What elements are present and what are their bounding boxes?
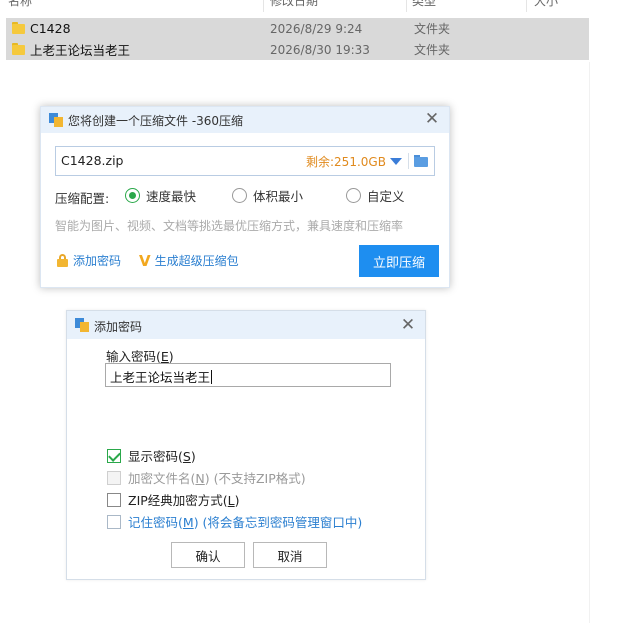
checkbox[interactable]: [107, 492, 121, 507]
file-row[interactable]: C1428 2026/8/29 9:24 文件夹: [6, 18, 589, 39]
file-type: 文件夹: [414, 43, 451, 57]
option-label: 体积最小: [253, 188, 304, 204]
add-password-label: 添加密码: [73, 254, 122, 268]
option-fastest[interactable]: 速度最快: [125, 186, 196, 204]
compress-now-button[interactable]: 立即压缩: [359, 245, 439, 277]
option-label: 自定义: [367, 188, 405, 204]
360-zip-app-icon: [75, 318, 89, 332]
radio-button[interactable]: [346, 187, 361, 203]
checkbox[interactable]: [107, 514, 121, 529]
file-name: 上老王论坛当老王: [30, 43, 131, 58]
column-header-name[interactable]: 名称: [8, 0, 32, 8]
password-dialog-title: 添加密码: [94, 320, 143, 334]
compress-hint: 智能为图片、视频、文档等挑选最优压缩方式，兼具速度和压缩率: [55, 219, 404, 233]
option-custom[interactable]: 自定义: [346, 186, 405, 204]
checkbox[interactable]: [107, 448, 121, 463]
compress-dialog: 您将创建一个压缩文件 -360压缩 ✕ C1428.zip 剩余:251.0GB…: [40, 106, 450, 288]
add-password-link[interactable]: 添加密码: [57, 252, 121, 269]
column-header-size[interactable]: 大小: [534, 0, 558, 8]
add-password-dialog: 添加密码 ✕ 输入密码(E) 上老王论坛当老王 显示密码(S) 加密文件名(N)…: [66, 310, 426, 580]
zip-classic-encryption-checkbox[interactable]: ZIP经典加密方式(L): [107, 490, 240, 509]
option-smallest[interactable]: 体积最小: [232, 186, 303, 204]
show-password-label: 显示密码(S): [128, 449, 196, 464]
checkbox: [107, 470, 121, 485]
folder-icon: [12, 43, 25, 55]
column-separator[interactable]: [263, 0, 264, 12]
browse-folder-icon[interactable]: [414, 155, 428, 167]
divider: [408, 153, 409, 169]
close-icon[interactable]: ✕: [399, 316, 417, 334]
password-dialog-titlebar[interactable]: 添加密码 ✕: [67, 311, 425, 339]
remember-password-checkbox[interactable]: 记住密码(M) (将会备忘到密码管理窗口中): [107, 512, 362, 531]
zip-classic-label: ZIP经典加密方式(L): [128, 493, 240, 508]
ok-button[interactable]: 确认: [171, 542, 245, 568]
compress-dialog-title: 您将创建一个压缩文件 -360压缩: [68, 114, 244, 128]
super-pack-label: 生成超级压缩包: [154, 254, 239, 268]
option-label: 速度最快: [146, 188, 197, 204]
compress-config-label: 压缩配置:: [55, 191, 110, 206]
column-header-type[interactable]: 类型: [412, 0, 436, 8]
file-type: 文件夹: [414, 22, 451, 36]
file-explorer-list: 名称 修改日期 类型 大小 C1428 2026/8/29 9:24 文件夹 上…: [0, 0, 620, 62]
file-date: 2026/8/30 19:33: [270, 42, 370, 57]
window-divider: [589, 62, 590, 623]
chevron-down-icon[interactable]: [390, 158, 402, 165]
lock-icon: [57, 254, 68, 267]
encrypt-filenames-label: 加密文件名(N) (不支持ZIP格式): [128, 471, 306, 486]
file-name: C1428: [30, 21, 71, 36]
encrypt-filenames-checkbox: 加密文件名(N) (不支持ZIP格式): [107, 468, 306, 487]
password-input[interactable]: 上老王论坛当老王: [105, 363, 391, 387]
super-pack-link[interactable]: V 生成超级压缩包: [139, 252, 239, 269]
column-separator[interactable]: [526, 0, 527, 12]
360-zip-app-icon: [49, 113, 63, 127]
archive-file-name[interactable]: C1428.zip: [61, 153, 123, 168]
file-date: 2026/8/29 9:24: [270, 21, 363, 36]
archive-path-field[interactable]: C1428.zip 剩余:251.0GB: [55, 146, 435, 176]
column-header-date[interactable]: 修改日期: [270, 0, 318, 8]
file-row[interactable]: 上老王论坛当老王 2026/8/30 19:33 文件夹: [6, 39, 589, 60]
compress-dialog-titlebar[interactable]: 您将创建一个压缩文件 -360压缩 ✕: [41, 107, 449, 133]
show-password-checkbox[interactable]: 显示密码(S): [107, 446, 196, 465]
remember-password-label: 记住密码(M) (将会备忘到密码管理窗口中): [128, 515, 363, 530]
cancel-button[interactable]: 取消: [253, 542, 327, 568]
close-icon[interactable]: ✕: [423, 110, 441, 128]
radio-button[interactable]: [125, 187, 140, 203]
radio-button[interactable]: [232, 187, 247, 203]
column-separator[interactable]: [406, 0, 407, 12]
free-space-label: 剩余:251.0GB: [306, 155, 386, 169]
folder-icon: [12, 22, 25, 34]
vip-v-icon: V: [139, 251, 151, 270]
